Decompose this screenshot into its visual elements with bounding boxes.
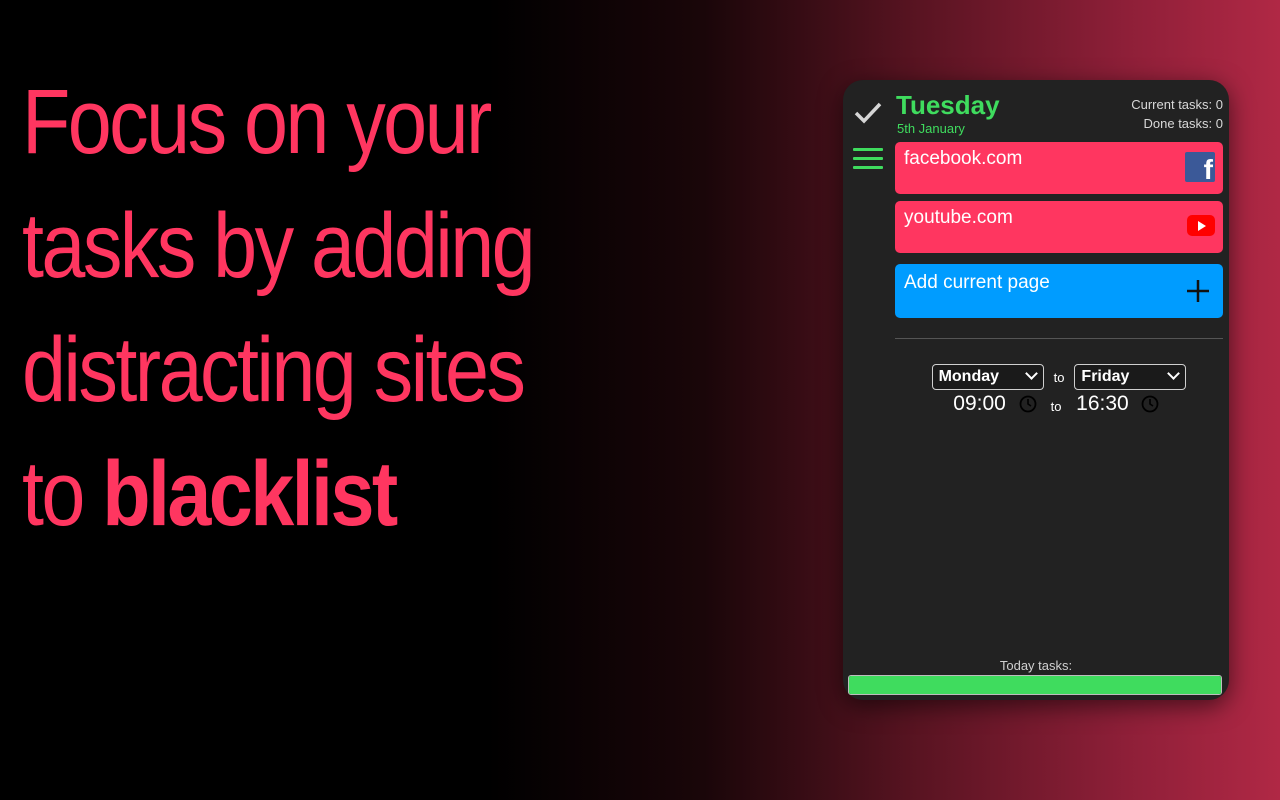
current-tasks-count: Current tasks: 0	[1131, 97, 1223, 112]
headline: Focus on your tasks by adding distractin…	[22, 60, 710, 556]
headline-line-1: Focus on your	[22, 71, 492, 173]
day-title: Tuesday	[896, 90, 1000, 120]
schedule: Monday to Friday 09:00 to 16:30	[895, 364, 1223, 416]
blacklist-item-youtube[interactable]: youtube.com	[895, 201, 1223, 253]
today-tasks-label: Today tasks:	[999, 658, 1073, 673]
add-current-page-button[interactable]: Add current page	[895, 264, 1223, 318]
site-name: youtube.com	[904, 207, 1013, 228]
today-tasks-progress	[848, 675, 1222, 695]
divider	[895, 338, 1223, 339]
to-time-input[interactable]: 16:30	[1067, 392, 1137, 416]
plus-icon	[1187, 280, 1209, 302]
extension-popup: Tuesday 5th January Current tasks: 0 Don…	[843, 80, 1229, 700]
youtube-icon	[1187, 215, 1215, 236]
headline-line-3: distracting sites	[22, 319, 526, 421]
clock-icon[interactable]	[1141, 395, 1159, 413]
chevron-down-icon	[1024, 367, 1038, 380]
date-label: 5th January	[897, 121, 965, 136]
to-day-value: Friday	[1081, 368, 1130, 385]
to-label: to	[1050, 398, 1062, 414]
headline-line-4: to blacklist	[22, 432, 710, 556]
from-time-input[interactable]: 09:00	[945, 392, 1015, 416]
check-icon[interactable]	[853, 100, 883, 126]
task-counts: Current tasks: 0 Done tasks: 0	[1131, 95, 1223, 133]
chevron-down-icon	[1167, 367, 1181, 380]
hamburger-menu-icon[interactable]	[853, 148, 883, 170]
to-label: to	[1053, 369, 1065, 385]
clock-icon[interactable]	[1019, 395, 1037, 413]
from-day-select[interactable]: Monday	[931, 364, 1044, 390]
headline-line-2: tasks by adding	[22, 195, 536, 297]
facebook-icon: f	[1185, 152, 1215, 182]
done-tasks-count: Done tasks: 0	[1143, 116, 1224, 131]
add-label: Add current page	[904, 272, 1050, 293]
to-day-select[interactable]: Friday	[1074, 364, 1187, 390]
progress-fill	[849, 676, 1221, 694]
headline-prefix: to	[22, 443, 85, 545]
headline-emphasis: blacklist	[102, 443, 398, 545]
from-day-value: Monday	[938, 368, 1000, 385]
blacklist-item-facebook[interactable]: facebook.com f	[895, 142, 1223, 194]
site-name: facebook.com	[904, 148, 1023, 169]
